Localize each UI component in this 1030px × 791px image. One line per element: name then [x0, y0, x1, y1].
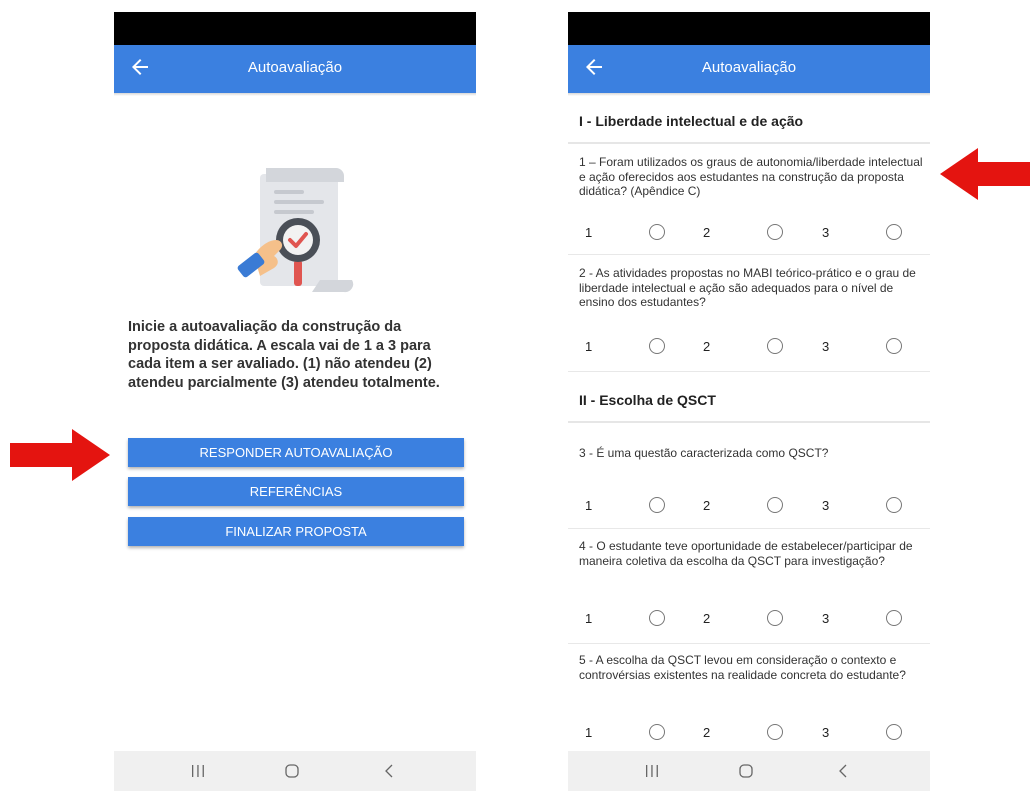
- scale-label: 2: [703, 339, 711, 354]
- scale-label: 1: [585, 611, 593, 626]
- section-title: II - Escolha de QSCT: [579, 392, 716, 408]
- finish-proposal-button[interactable]: FINALIZAR PROPOSTA: [128, 517, 464, 546]
- scale-label: 2: [703, 225, 711, 240]
- question-text: 3 - É uma questão caracterizada como QSC…: [579, 446, 829, 460]
- document-magnifier-check-icon: [237, 168, 354, 293]
- respond-self-assessment-button[interactable]: RESPONDER AUTOAVALIAÇÃO: [128, 438, 464, 467]
- home-icon[interactable]: [738, 763, 754, 779]
- question-text: 2 - As atividades propostas no MABI teór…: [579, 266, 916, 309]
- home-icon[interactable]: [284, 763, 300, 779]
- radio-option-3[interactable]: [886, 224, 902, 240]
- scale-label: 3: [822, 498, 830, 513]
- rating-scale: 1 2 3: [568, 496, 930, 516]
- status-bar: [568, 12, 930, 45]
- radio-option-1[interactable]: [649, 224, 665, 240]
- scale-label: 3: [822, 225, 830, 240]
- radio-option-2[interactable]: [767, 224, 783, 240]
- status-bar: [114, 12, 476, 45]
- radio-option-3[interactable]: [886, 610, 902, 626]
- rating-scale: 1 2 3: [568, 609, 930, 629]
- question-text: 5 - A escolha da QSCT levou em considera…: [579, 653, 906, 682]
- back-icon[interactable]: [382, 763, 398, 779]
- scale-label: 1: [585, 498, 593, 513]
- scale-label: 2: [703, 611, 711, 626]
- question-text: 1 – Foram utilizados os graus de autonom…: [579, 155, 923, 198]
- back-icon[interactable]: [836, 763, 852, 779]
- radio-option-2[interactable]: [767, 338, 783, 354]
- radio-option-1[interactable]: [649, 610, 665, 626]
- radio-option-3[interactable]: [886, 724, 902, 740]
- radio-option-3[interactable]: [886, 497, 902, 513]
- scale-label: 2: [703, 725, 711, 740]
- question-text: 4 - O estudante teve oportunidade de est…: [579, 539, 913, 568]
- app-bar: Autoavaliação: [114, 45, 476, 93]
- scale-label: 1: [585, 339, 593, 354]
- system-nav-bar: [114, 751, 476, 791]
- left-pointing-arrow-icon: [940, 148, 1030, 200]
- app-bar: Autoavaliação: [568, 45, 930, 93]
- radio-option-1[interactable]: [649, 338, 665, 354]
- right-pointing-arrow-icon: [10, 429, 110, 481]
- system-nav-bar: [568, 751, 930, 791]
- scale-label: 1: [585, 725, 593, 740]
- scale-label: 1: [585, 225, 593, 240]
- radio-option-3[interactable]: [886, 338, 902, 354]
- references-button[interactable]: REFERÊNCIAS: [128, 477, 464, 506]
- right-phone-screen: Autoavaliação I - Liberdade intelectual …: [568, 12, 930, 791]
- radio-option-1[interactable]: [649, 724, 665, 740]
- left-phone-screen: Autoavaliação Inicie a autoavaliação da …: [114, 12, 476, 791]
- rating-scale: 1 2 3: [568, 223, 930, 243]
- radio-option-1[interactable]: [649, 497, 665, 513]
- app-title: Autoavaliação: [701, 59, 797, 76]
- recents-icon[interactable]: [642, 764, 662, 778]
- app-title: Autoavaliação: [247, 59, 343, 76]
- scale-label: 3: [822, 339, 830, 354]
- rating-scale: 1 2 3: [568, 337, 930, 357]
- scale-label: 2: [703, 498, 711, 513]
- recents-icon[interactable]: [188, 764, 208, 778]
- radio-option-2[interactable]: [767, 497, 783, 513]
- scale-label: 3: [822, 611, 830, 626]
- intro-text: Inicie a autoavaliação da construção da …: [128, 319, 440, 391]
- rating-scale: 1 2 3: [568, 723, 930, 743]
- scale-label: 3: [822, 725, 830, 740]
- radio-option-2[interactable]: [767, 610, 783, 626]
- radio-option-2[interactable]: [767, 724, 783, 740]
- section-title: I - Liberdade intelectual e de ação: [579, 113, 804, 129]
